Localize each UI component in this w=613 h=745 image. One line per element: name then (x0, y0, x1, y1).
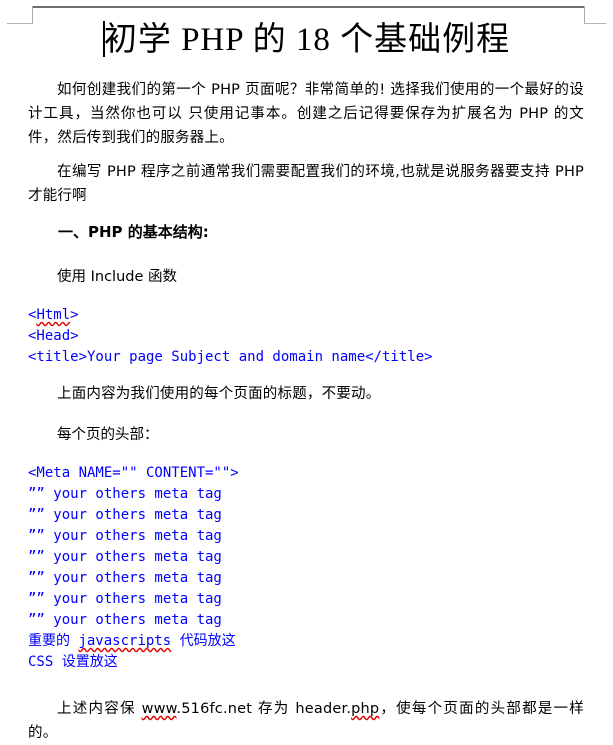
code-line-head: <Head> (28, 328, 79, 344)
paragraph-header-note[interactable]: 上述内容保 www.516fc.net 存为 header.php，使每个页面的… (28, 697, 584, 745)
paragraph-title-note[interactable]: 上面内容为我们使用的每个页面的标题，不要动。 (28, 382, 584, 406)
code-line-meta-repeat: ”” your others meta tag (28, 591, 222, 607)
document-title[interactable]: 初学 PHP 的 18 个基础例程 (0, 20, 613, 60)
code-line-meta-repeat: ”” your others meta tag (28, 486, 222, 502)
header-note-middle: .516fc.net 存为 header. (176, 701, 352, 717)
spellcheck-word-javascripts: javascripts (78, 633, 172, 649)
code-line-meta-repeat: ”” your others meta tag (28, 612, 222, 628)
paragraph-environment[interactable]: 在编写 PHP 程序之前通常我们需要配置我们的环境,也就是说服务器要支持 PHP… (28, 160, 584, 208)
spellcheck-word-php: php (351, 701, 380, 717)
code-line-css: CSS 设置放这 (28, 654, 118, 670)
spellcheck-word-www: www (141, 701, 177, 717)
code-line-meta-repeat: ”” your others meta tag (28, 549, 222, 565)
code-block-head-structure[interactable]: <Html> <Head> <title>Your page Subject a… (28, 305, 588, 368)
code-line-meta-repeat: ”” your others meta tag (28, 570, 222, 586)
top-margin-rule (33, 6, 584, 8)
document-title-text: 初学 PHP 的 18 个基础例程 (103, 22, 511, 58)
spellcheck-word-html: Html (36, 307, 71, 323)
section-heading-one[interactable]: 一、PHP 的基本结构: (28, 221, 584, 243)
code-line-javascripts: 重要的 javascripts 代码放这 (28, 633, 236, 649)
line-page-head[interactable]: 每个页的头部： (28, 424, 584, 446)
line-use-include[interactable]: 使用 Include 函数 (28, 266, 584, 288)
code-block-meta-tags[interactable]: <Meta NAME="" CONTENT=""> ”” your others… (28, 463, 588, 673)
code-line-javascripts-suffix: 代码放这 (171, 633, 236, 649)
code-line-meta-repeat: ”” your others meta tag (28, 528, 222, 544)
code-line-meta: <Meta NAME="" CONTENT=""> (28, 465, 239, 481)
code-line-meta-repeat: ”” your others meta tag (28, 507, 222, 523)
code-line-javascripts-prefix: 重要的 (28, 633, 79, 649)
header-note-prefix: 上述内容保 (57, 701, 142, 717)
code-line-html-open: <Html> (28, 307, 79, 323)
code-line-title: <title>Your page Subject and domain name… (28, 349, 433, 365)
paragraph-intro[interactable]: 如何创建我们的第一个 PHP 页面呢？非常简单的! 选择我们使用的一个最好的设计… (28, 78, 584, 150)
